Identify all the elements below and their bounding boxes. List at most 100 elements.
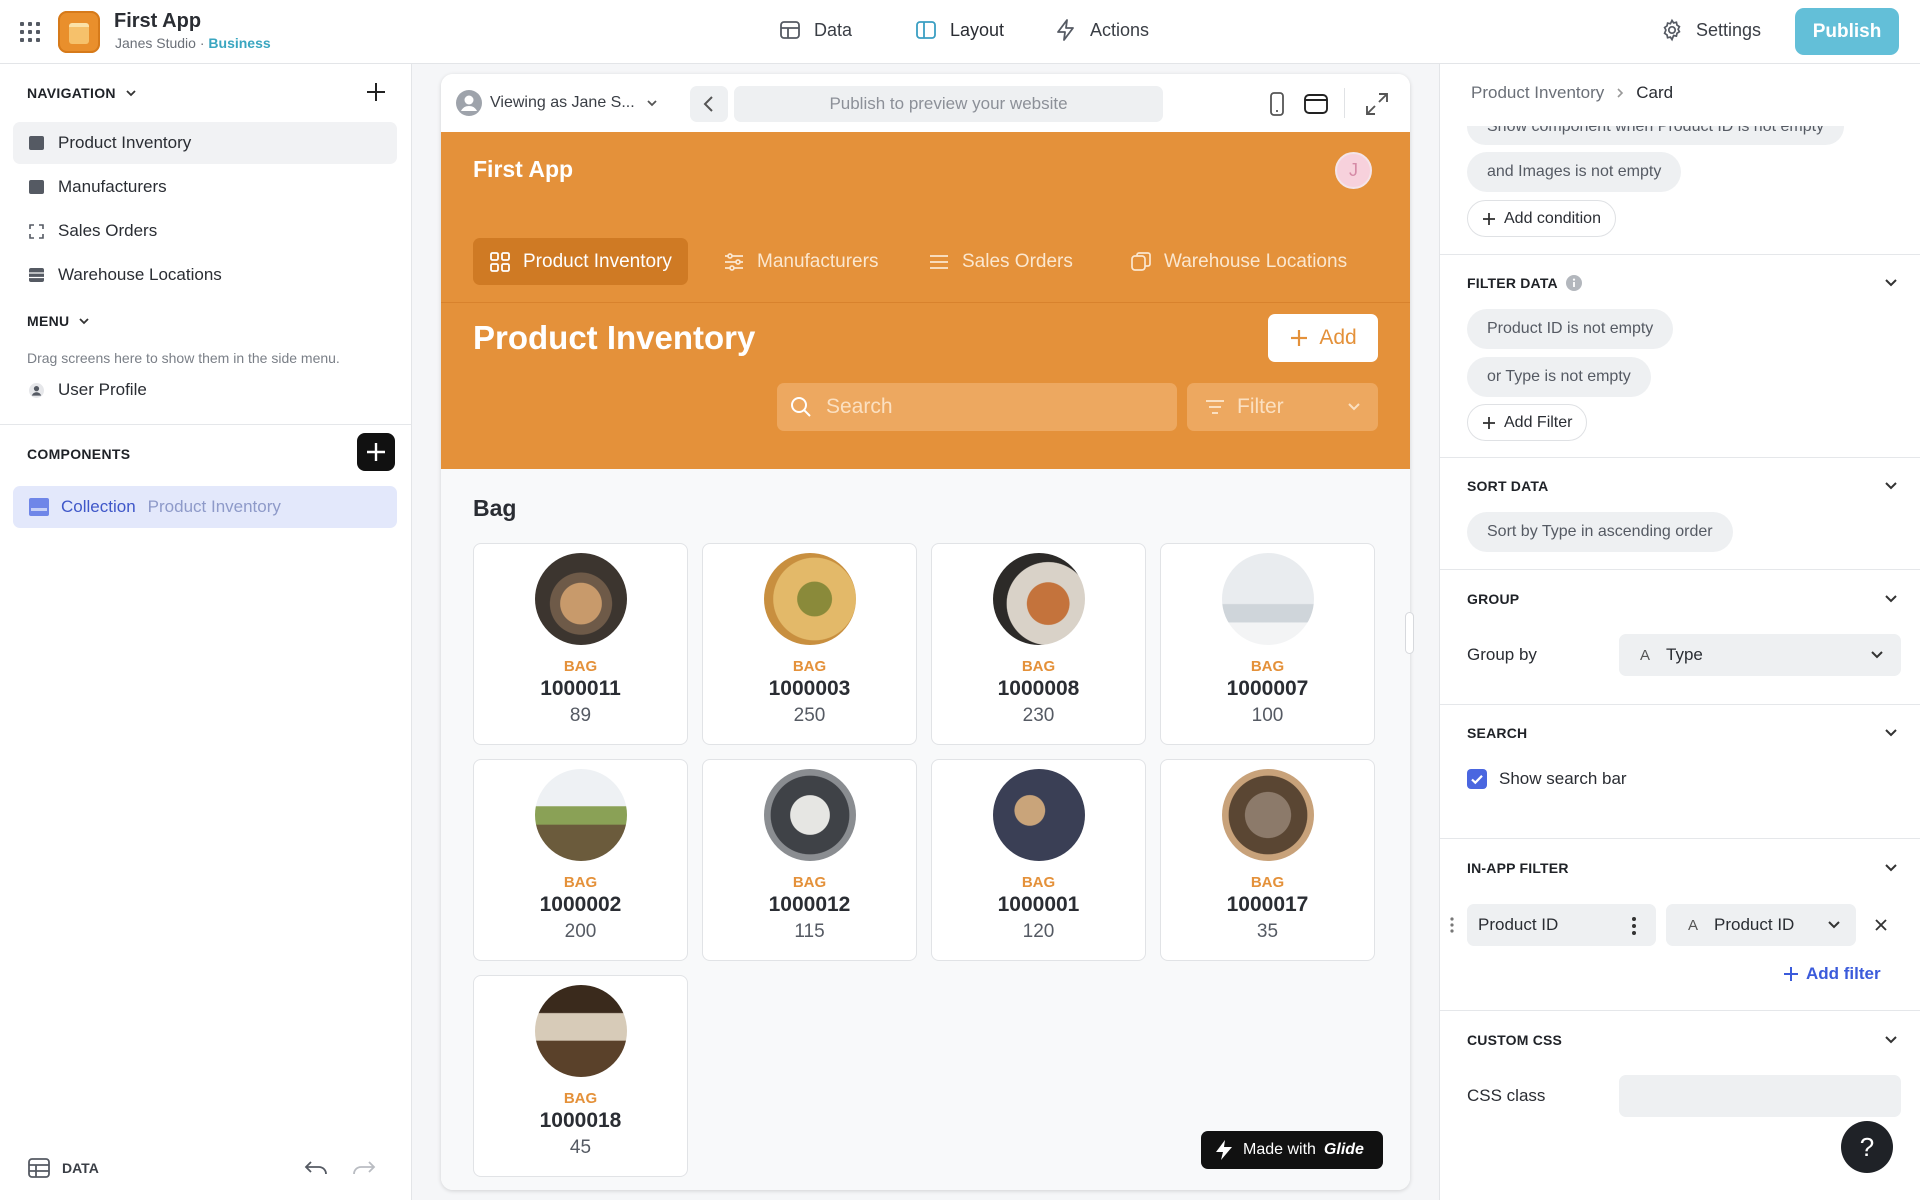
viewing-as-select[interactable]: Viewing as Jane S... xyxy=(456,90,661,116)
component-collection[interactable]: Collection Product Inventory xyxy=(13,486,397,528)
add-in-app-filter-link[interactable]: Add filter xyxy=(1782,964,1881,984)
divider xyxy=(1440,457,1920,458)
sidebar-item-product-inventory[interactable]: Product Inventory xyxy=(13,122,397,164)
product-card[interactable]: BAG 1000001 120 xyxy=(931,759,1146,961)
resize-handle[interactable] xyxy=(1405,612,1414,654)
product-card[interactable]: BAG 1000018 45 xyxy=(473,975,688,1177)
product-type: BAG xyxy=(1250,874,1285,891)
product-quantity: 120 xyxy=(1022,921,1055,942)
menu-heading[interactable]: MENU xyxy=(27,313,91,329)
plus-icon xyxy=(1291,330,1308,346)
data-footer-button[interactable]: DATA xyxy=(28,1158,99,1178)
tab-actions[interactable]: Actions xyxy=(1054,18,1149,42)
text-type-icon: A xyxy=(1688,916,1699,934)
search-input[interactable]: Search xyxy=(777,383,1177,431)
add-condition-button[interactable]: Add condition xyxy=(1467,200,1616,237)
product-card[interactable]: BAG 1000017 35 xyxy=(1160,759,1375,961)
product-card[interactable]: BAG 1000008 230 xyxy=(931,543,1146,745)
redo-icon[interactable] xyxy=(351,1158,377,1178)
fullscreen-icon[interactable] xyxy=(1364,91,1390,117)
tab-actions-label: Actions xyxy=(1090,19,1150,40)
in-app-filter-field[interactable]: Product ID xyxy=(1467,904,1656,946)
group-by-select[interactable]: A Type xyxy=(1619,634,1901,676)
chevron-down-icon[interactable] xyxy=(1883,1033,1899,1047)
chevron-down-icon xyxy=(79,318,90,325)
close-icon[interactable] xyxy=(1872,916,1890,934)
divider xyxy=(0,424,411,425)
subtitle-separator: · xyxy=(199,35,205,51)
table-icon xyxy=(29,180,44,194)
app-grid-icon[interactable] xyxy=(18,20,42,44)
sidebar-item-user-profile[interactable]: User Profile xyxy=(13,369,397,411)
settings-button[interactable]: Settings xyxy=(1660,18,1761,42)
sidebar-item-label: Warehouse Locations xyxy=(58,265,222,284)
product-card[interactable]: BAG 1000002 200 xyxy=(473,759,688,961)
product-quantity: 89 xyxy=(569,705,592,726)
top-bar: First App Janes Studio · Business Data L… xyxy=(0,0,1920,64)
condition-pill[interactable]: and Images is not empty xyxy=(1467,152,1682,192)
add-button[interactable]: Add xyxy=(1268,314,1378,362)
sidebar-item-label: Product Inventory xyxy=(58,133,192,152)
product-card[interactable]: BAG 1000011 89 xyxy=(473,543,688,745)
product-card[interactable]: BAG 1000003 250 xyxy=(702,543,917,745)
chevron-left-icon xyxy=(703,96,713,112)
preview-tab-label: Product Inventory xyxy=(523,250,672,272)
chevron-down-icon[interactable] xyxy=(1883,592,1899,606)
tablet-view-icon[interactable] xyxy=(1303,91,1329,117)
group-by-label: Group by xyxy=(1467,645,1537,664)
undo-icon[interactable] xyxy=(303,1158,329,1178)
drag-handle-icon[interactable] xyxy=(1449,916,1455,934)
breadcrumb-parent[interactable]: Product Inventory xyxy=(1471,83,1604,103)
product-image xyxy=(535,769,627,861)
show-search-bar-checkbox[interactable]: Show search bar xyxy=(1467,769,1627,789)
tab-data[interactable]: Data xyxy=(778,18,852,42)
mobile-view-icon[interactable] xyxy=(1264,91,1290,117)
product-id: 1000008 xyxy=(997,677,1080,700)
product-card[interactable]: BAG 1000012 115 xyxy=(702,759,917,961)
product-id: 1000018 xyxy=(539,1109,622,1132)
component-source: Product Inventory xyxy=(147,497,281,516)
sliders-icon xyxy=(725,252,743,271)
chevron-down-icon xyxy=(1348,403,1360,411)
chevron-down-icon[interactable] xyxy=(1883,479,1899,493)
navigation-heading[interactable]: NAVIGATION xyxy=(27,85,138,101)
sort-pill[interactable]: Sort by Type in ascending order xyxy=(1467,512,1733,552)
in-app-filter-column-select[interactable]: A Product ID xyxy=(1666,904,1856,946)
publish-button[interactable]: Publish xyxy=(1795,8,1899,55)
list-icon xyxy=(930,254,948,269)
condition-pill[interactable]: Show component when Product ID is not em… xyxy=(1467,126,1845,145)
app-icon[interactable] xyxy=(58,11,100,53)
add-screen-icon[interactable] xyxy=(365,81,387,103)
filter-pill[interactable]: Product ID is not empty xyxy=(1467,309,1674,349)
avatar[interactable]: J xyxy=(1335,152,1372,189)
preview-tab-warehouse-locations[interactable]: Warehouse Locations xyxy=(1114,238,1363,285)
add-filter-label: Add Filter xyxy=(1504,413,1573,431)
preview-tab-sales-orders[interactable]: Sales Orders xyxy=(912,238,1089,285)
product-quantity: 250 xyxy=(793,705,826,726)
product-card[interactable]: BAG 1000007 100 xyxy=(1160,543,1375,745)
add-component-button[interactable] xyxy=(357,433,395,471)
add-filter-button[interactable]: Add Filter xyxy=(1467,404,1588,441)
app-title[interactable]: First App xyxy=(114,10,201,33)
product-type: BAG xyxy=(792,658,827,675)
css-class-input[interactable] xyxy=(1619,1075,1901,1117)
tab-layout[interactable]: Layout xyxy=(914,18,1004,42)
chevron-down-icon[interactable] xyxy=(1883,726,1899,740)
sidebar-item-warehouse-locations[interactable]: Warehouse Locations xyxy=(13,254,397,296)
filter-pill[interactable]: or Type is not empty xyxy=(1467,357,1651,397)
user-icon xyxy=(29,382,44,398)
help-button[interactable]: ? xyxy=(1841,1121,1893,1173)
sidebar-item-manufacturers[interactable]: Manufacturers xyxy=(13,166,397,208)
chevron-down-icon[interactable] xyxy=(1883,276,1899,290)
made-with-glide-badge[interactable]: Made with Glide xyxy=(1201,1131,1383,1169)
sidebar-item-sales-orders[interactable]: Sales Orders xyxy=(13,210,397,252)
table-icon xyxy=(780,21,800,39)
product-type: BAG xyxy=(563,658,598,675)
preview-tab-manufacturers[interactable]: Manufacturers xyxy=(707,238,894,285)
more-vertical-icon xyxy=(1632,917,1636,935)
product-type: BAG xyxy=(563,1090,598,1107)
preview-tab-product-inventory[interactable]: Product Inventory xyxy=(473,238,688,285)
filter-select[interactable]: Filter xyxy=(1187,383,1378,431)
back-button[interactable] xyxy=(690,86,728,122)
chevron-down-icon[interactable] xyxy=(1883,861,1899,875)
